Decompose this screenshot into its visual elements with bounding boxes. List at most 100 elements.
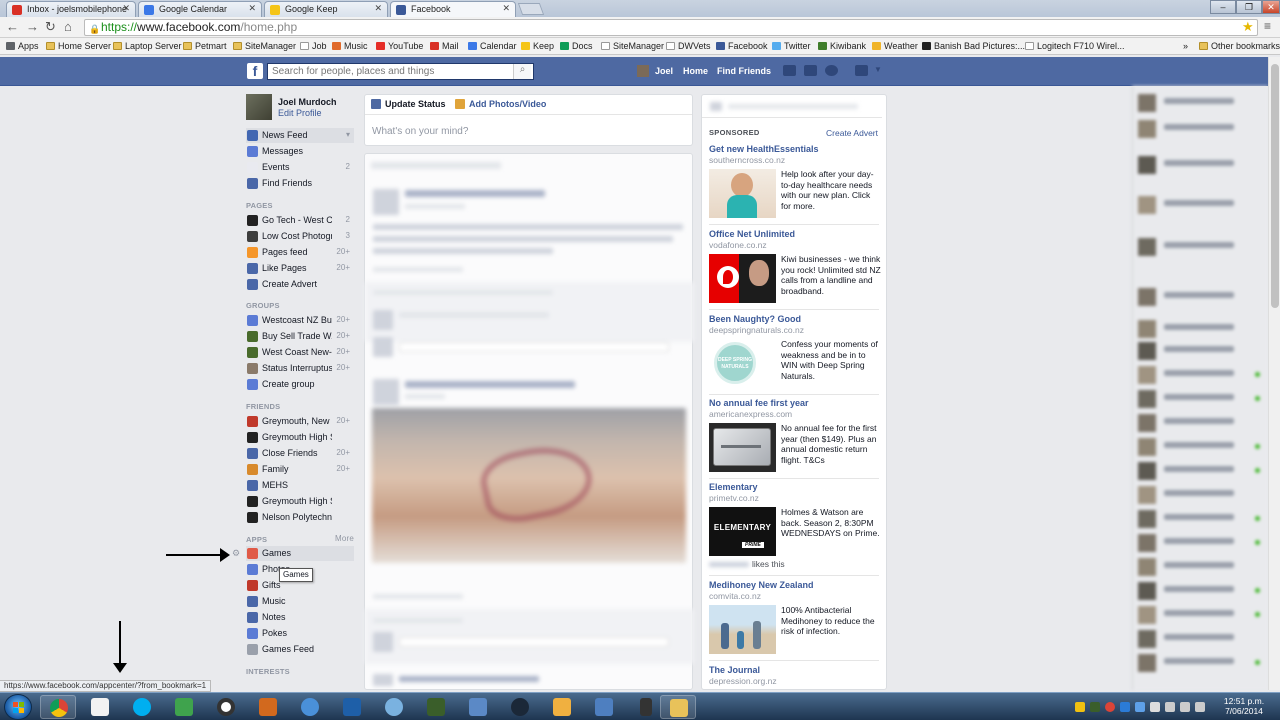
bookmark-job[interactable]: Job: [300, 41, 327, 51]
taskbar-app-orange[interactable]: [250, 695, 286, 719]
ad-image-medihoney[interactable]: [709, 605, 776, 654]
sidebar-item-westcoast-nz-bu[interactable]: Westcoast NZ Bu... 20+: [246, 313, 354, 328]
chat-contact[interactable]: [1138, 628, 1264, 648]
taskbar-app-monitor[interactable]: [460, 695, 496, 719]
chat-contact[interactable]: [1138, 412, 1264, 432]
bookmark-music[interactable]: Music: [332, 41, 368, 51]
reload-button[interactable]: ↻: [45, 20, 56, 34]
bookmark-banish-bad-pictures[interactable]: Banish Bad Pictures:...: [922, 41, 1025, 51]
search-icon[interactable]: ⌕: [513, 64, 531, 79]
nav-find-friends[interactable]: Find Friends: [717, 66, 771, 76]
ad-image-deepspring[interactable]: DEEP SPRING NATURALS: [709, 339, 776, 388]
tray-icon[interactable]: [1135, 702, 1145, 712]
add-photos-tab[interactable]: Add Photos/Video: [455, 99, 546, 109]
chat-contact[interactable]: [1138, 484, 1264, 504]
bookmark-youtube[interactable]: YouTube: [376, 41, 423, 51]
chat-contact[interactable]: [1138, 436, 1264, 456]
ad-image-journal[interactable]: [709, 689, 776, 690]
tab-google-keep[interactable]: Google Keep ✕: [264, 1, 388, 17]
other-bookmarks[interactable]: Other bookmarks: [1199, 41, 1280, 51]
bookmark-apps[interactable]: Apps: [6, 41, 39, 51]
bookmark-keep[interactable]: Keep: [521, 41, 554, 51]
ad-image-healthessentials[interactable]: [709, 169, 776, 218]
status-input[interactable]: What's on your mind?: [372, 126, 468, 137]
sidebar-item-greymouth-high-school[interactable]: Greymouth High School: [246, 494, 354, 509]
account-settings-icon[interactable]: ▼: [874, 65, 882, 76]
ad-title[interactable]: No annual fee first year: [709, 398, 809, 408]
taskbar-skype[interactable]: [124, 695, 160, 719]
tray-icon[interactable]: [1195, 702, 1205, 712]
taskbar-app-blue[interactable]: [334, 695, 370, 719]
sidebar-item-find-friends[interactable]: Find Friends: [246, 176, 354, 191]
minimize-button[interactable]: –: [1210, 0, 1236, 14]
tray-volume-icon[interactable]: [1180, 702, 1190, 712]
chat-contact[interactable]: [1138, 580, 1264, 600]
chat-contact[interactable]: [1138, 118, 1264, 138]
taskbar-app-globe[interactable]: [292, 695, 328, 719]
bookmark-mail[interactable]: Mail: [430, 41, 459, 51]
taskbar-app-star[interactable]: [544, 695, 580, 719]
taskbar-apps[interactable]: [82, 695, 118, 719]
sidebar-item-greymouth-new[interactable]: Greymouth, New ... 20+: [246, 414, 354, 429]
profile-name[interactable]: Joel Murdoch: [278, 97, 337, 107]
bookmark-facebook[interactable]: Facebook: [716, 41, 768, 51]
taskbar-app-cloud[interactable]: [376, 695, 412, 719]
sidebar-item-events[interactable]: Events 2: [246, 160, 354, 175]
ad-title[interactable]: The Journal: [709, 665, 760, 675]
taskbar-steam[interactable]: [502, 695, 538, 719]
friend-requests-icon[interactable]: [783, 65, 796, 76]
sidebar-item-nelson-polytechnic[interactable]: Nelson Polytechnic: [246, 510, 354, 525]
chat-contact[interactable]: [1138, 388, 1264, 408]
bookmarks-overflow-button[interactable]: »: [1183, 41, 1188, 51]
taskbar-app-phone[interactable]: [628, 695, 664, 719]
bookmark-logitech[interactable]: Logitech F710 Wirel...: [1025, 41, 1125, 51]
ad-title[interactable]: Get new HealthEssentials: [709, 144, 819, 154]
forward-button[interactable]: →: [26, 20, 39, 34]
ad-title[interactable]: Been Naughty? Good: [709, 314, 801, 324]
bookmark-home-server[interactable]: Home Server: [46, 41, 111, 51]
bookmark-weather[interactable]: Weather: [872, 41, 918, 51]
sidebar-item-like-pages[interactable]: Like Pages 20+: [246, 261, 354, 276]
edit-profile-link[interactable]: Edit Profile: [278, 108, 322, 118]
chat-contact[interactable]: [1138, 154, 1264, 174]
sidebar-item-music[interactable]: Music: [246, 594, 354, 609]
nav-home[interactable]: Home: [683, 66, 708, 76]
sidebar-item-create-advert[interactable]: Create Advert: [246, 277, 354, 292]
close-tab-icon[interactable]: ✕: [248, 3, 256, 14]
ad-title[interactable]: Elementary: [709, 482, 758, 492]
chat-contact[interactable]: [1138, 340, 1264, 360]
sidebar-item-create-group[interactable]: Create group: [246, 377, 354, 392]
address-bar[interactable]: 🔒 https://www.facebook.com/home.php: [84, 19, 1258, 36]
bookmark-star-icon[interactable]: ★: [1242, 19, 1254, 35]
close-tab-icon[interactable]: ✕: [374, 3, 382, 14]
chat-contact[interactable]: [1138, 604, 1264, 624]
tray-icon[interactable]: [1075, 702, 1085, 712]
facebook-search-input[interactable]: Search for people, places and things ⌕: [267, 63, 534, 80]
sidebar-item-news-feed[interactable]: News Feed ▾: [246, 128, 354, 143]
bookmark-sitemanager-2[interactable]: SiteManager: [601, 41, 664, 51]
create-advert-link[interactable]: Create Advert: [826, 128, 878, 138]
messages-icon[interactable]: [804, 65, 817, 76]
taskbar-eye[interactable]: [208, 695, 244, 719]
bookmark-docs[interactable]: Docs: [560, 41, 593, 51]
home-button[interactable]: ⌂: [64, 20, 72, 34]
ad-title[interactable]: Office Net Unlimited: [709, 229, 795, 239]
close-tab-icon[interactable]: ✕: [122, 3, 130, 14]
chat-contact[interactable]: [1138, 92, 1264, 112]
bookmark-twitter[interactable]: Twitter: [772, 41, 811, 51]
ad-image-amex[interactable]: [709, 423, 776, 472]
tray-icon[interactable]: [1090, 702, 1100, 712]
taskbar-app-lock[interactable]: [418, 695, 454, 719]
sidebar-item-low-cost-photogra[interactable]: Low Cost Photogra... 3: [246, 229, 354, 244]
chat-contact[interactable]: [1138, 236, 1264, 256]
sidebar-item-pages-feed[interactable]: Pages feed 20+: [246, 245, 354, 260]
chat-contact[interactable]: [1138, 460, 1264, 480]
ad-image-elementary[interactable]: ELEMENTARY PRIME: [709, 507, 776, 556]
user-avatar[interactable]: [637, 65, 649, 77]
sidebar-item-family[interactable]: Family 20+: [246, 462, 354, 477]
tab-google-calendar[interactable]: Google Calendar ✕: [138, 1, 262, 17]
taskbar-app-green[interactable]: [166, 695, 202, 719]
page-scrollbar[interactable]: [1268, 57, 1280, 690]
chrome-menu-icon[interactable]: ≡: [1264, 19, 1271, 33]
chat-contact[interactable]: [1138, 652, 1264, 672]
